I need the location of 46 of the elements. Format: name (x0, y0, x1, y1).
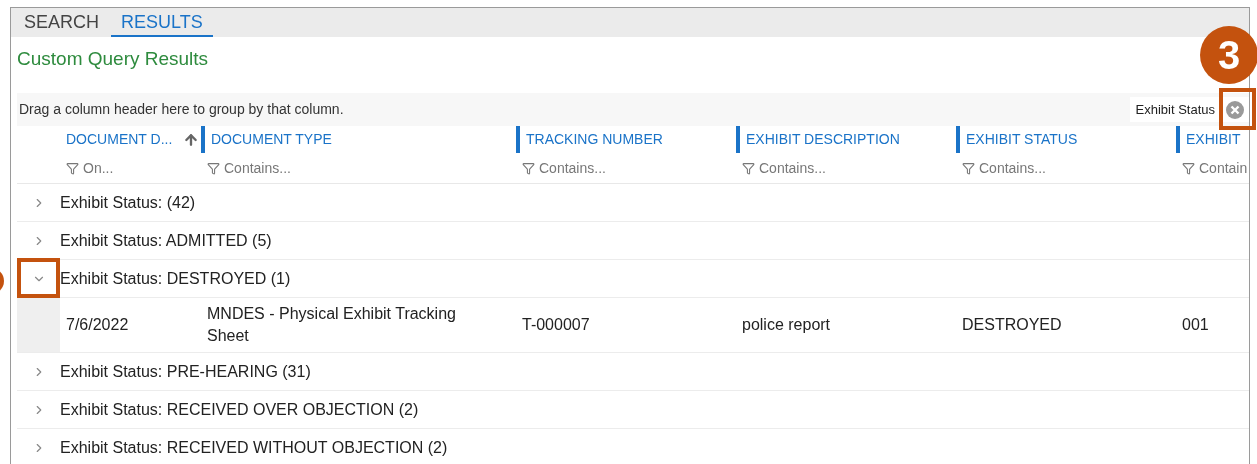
table-cell-text: T-000007 (521, 315, 591, 335)
filter-icon (522, 161, 535, 175)
table-cell-text: MNDES - Physical Exhibit Tracking Sheet (206, 304, 457, 346)
group-row-label: Exhibit Status: RECEIVED WITHOUT OBJECTION (2) (60, 437, 448, 458)
group-chip[interactable]: Exhibit Status (1129, 97, 1249, 122)
group-hint: Drag a column header here to group by that column. (19, 100, 344, 119)
table-cell-text: DESTROYED (961, 315, 1063, 335)
tab[interactable]: RESULTS (111, 8, 213, 37)
highlight-box (17, 258, 60, 298)
column-header[interactable]: DOCUMENT TYPE (211, 129, 332, 150)
filter-icon (207, 161, 220, 175)
filter-placeholder: On... (83, 158, 114, 178)
table-cell-text: 001 (1181, 315, 1210, 335)
table-cell-text: police report (741, 315, 832, 335)
filter-icon (1182, 161, 1195, 175)
tab[interactable]: SEARCH (14, 8, 109, 37)
filter-field[interactable]: Contains... (956, 157, 1176, 179)
column-header[interactable]: EXHIBIT STATUS (966, 129, 1078, 150)
filter-field[interactable]: Contains... (516, 157, 736, 179)
filter-field[interactable]: Contains... (201, 157, 516, 179)
group-row-label: Exhibit Status: ADMITTED (5) (60, 230, 272, 251)
filter-icon (742, 161, 755, 175)
group-row-label: Exhibit Status: DESTROYED (1) (60, 268, 291, 289)
column-header[interactable]: DOCUMENT D... (66, 129, 173, 150)
group-row-label: Exhibit Status: (42) (60, 192, 196, 213)
close-icon[interactable] (1225, 99, 1245, 120)
highlight-box (1219, 88, 1256, 130)
filter-placeholder: Contains... (979, 158, 1046, 178)
column-header[interactable]: EXHIBIT DESCRIPTION (746, 129, 900, 150)
group-row-label: Exhibit Status: RECEIVED OVER OBJECTION (2) (60, 399, 419, 420)
callout-badge: 3 (1200, 26, 1257, 84)
filter-icon (962, 161, 975, 175)
column-header[interactable]: TRACKING NUMBER (526, 129, 663, 150)
page-title: Custom Query Results (17, 48, 209, 69)
filter-field[interactable]: Contain (1176, 157, 1249, 179)
chip-label: Exhibit Status (1135, 100, 1215, 119)
filter-placeholder: Contains... (539, 158, 606, 178)
column-header[interactable]: EXHIBIT (1186, 129, 1241, 150)
filter-field[interactable]: Contains... (736, 157, 956, 179)
filter-icon (66, 161, 79, 175)
filter-placeholder: Contain (1199, 158, 1248, 178)
filter-placeholder: Contains... (224, 158, 291, 178)
filter-placeholder: Contains... (759, 158, 826, 178)
filter-field[interactable]: On... (60, 157, 201, 179)
table-cell-text: 7/6/2022 (65, 315, 130, 335)
group-row-label: Exhibit Status: PRE-HEARING (31) (60, 361, 311, 382)
